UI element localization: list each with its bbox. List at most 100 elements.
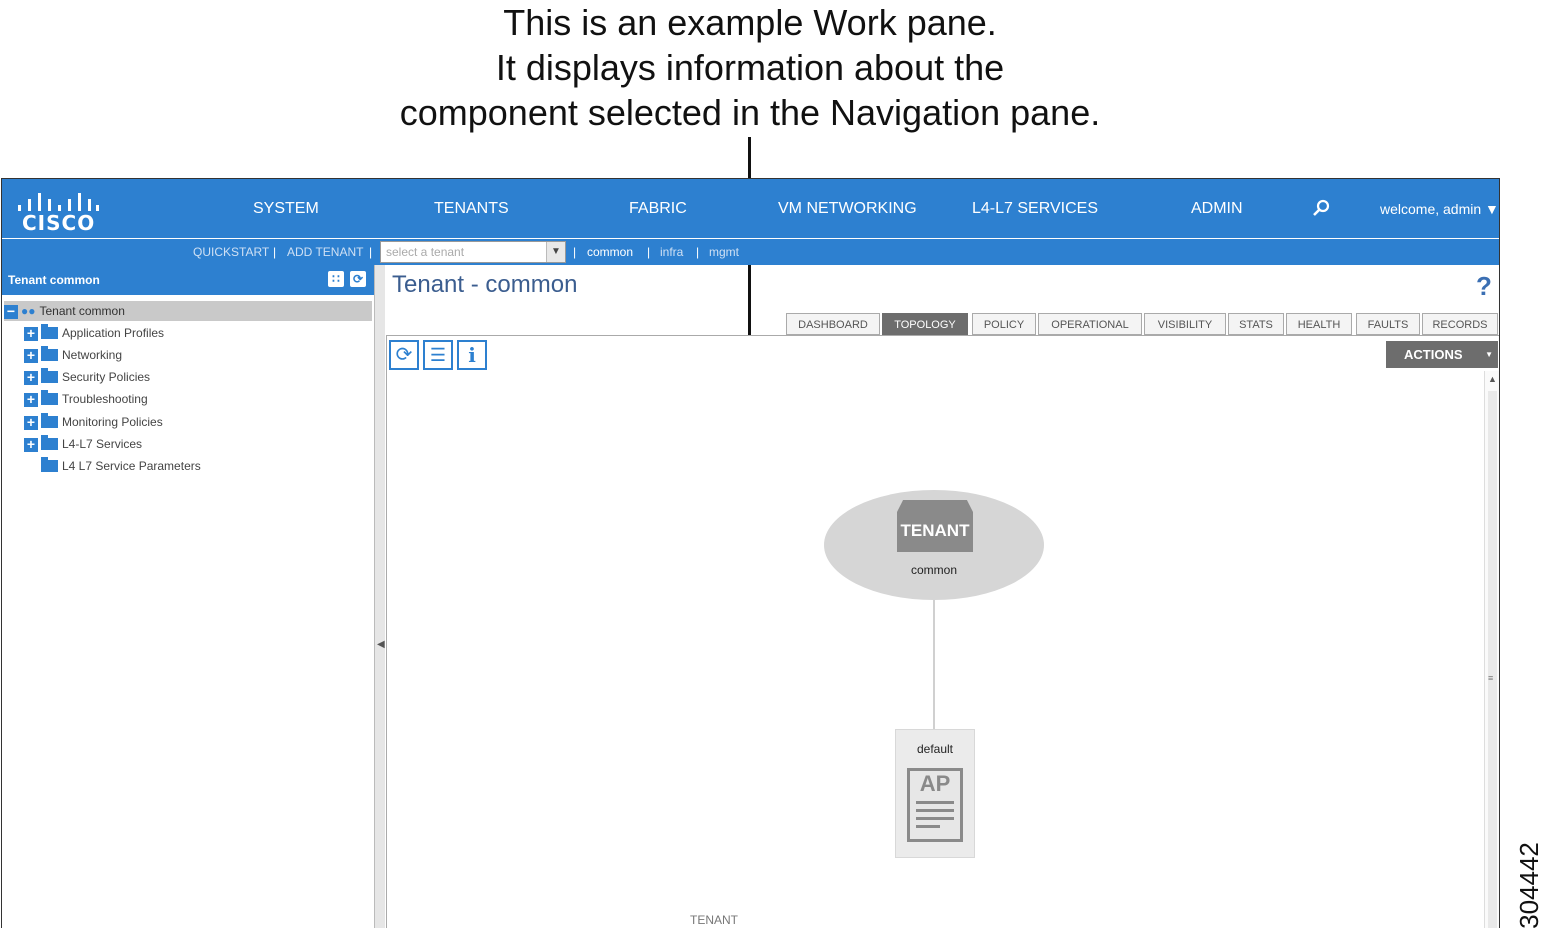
collapse-arrow-icon[interactable]: ◀ — [377, 639, 385, 650]
expand-icon[interactable]: + — [24, 437, 38, 452]
scroll-thumb[interactable] — [1488, 391, 1497, 928]
folder-icon — [41, 434, 58, 450]
tree-item-troubleshooting[interactable]: + Troubleshooting — [24, 389, 148, 409]
folder-icon — [41, 367, 58, 383]
tenant-link-infra[interactable]: infra — [660, 239, 683, 265]
scroll-up-icon[interactable]: ▲ — [1488, 374, 1497, 384]
refresh-icon[interactable]: ⟳ — [389, 340, 419, 370]
expand-icon[interactable]: + — [24, 415, 38, 430]
separator: | — [696, 245, 700, 259]
users-icon: ●● — [21, 304, 36, 318]
tree-item-label: Application Profiles — [62, 326, 165, 340]
top-nav-bar: CISCO SYSTEM TENANTS FABRIC VM NETWORKIN… — [2, 179, 1499, 238]
actions-button[interactable]: ACTIONS ▼ — [1386, 341, 1498, 368]
tenant-box-icon: TENANT — [897, 500, 973, 552]
apic-window: CISCO SYSTEM TENANTS FABRIC VM NETWORKIN… — [1, 178, 1500, 928]
refresh-icon[interactable]: ⟳ — [350, 271, 366, 287]
nav-fabric[interactable]: FABRIC — [629, 179, 687, 238]
tree-item-l4-l7-service-parameters[interactable]: L4 L7 Service Parameters — [41, 456, 201, 476]
nav-l4-l7-services[interactable]: L4-L7 SERVICES — [972, 179, 1098, 238]
topology-tenant-node[interactable]: TENANT common — [824, 490, 1044, 600]
vertical-scrollbar[interactable]: ▲ ≡ — [1484, 371, 1499, 928]
cisco-bars-icon — [16, 191, 99, 211]
expand-icon[interactable]: + — [24, 326, 38, 341]
ap-badge: AP — [919, 771, 951, 796]
tenant-select-placeholder: select a tenant — [386, 245, 465, 259]
folder-icon — [41, 412, 58, 428]
folder-icon — [41, 456, 58, 472]
tenant-node-label: common — [910, 563, 957, 577]
figure-number: 304442 — [1513, 842, 1544, 929]
nav-pane-header: Tenant common ∷ ⟳ — [2, 265, 374, 295]
tab-policy[interactable]: POLICY — [972, 313, 1036, 335]
topology-ap-node[interactable]: default AP — [895, 729, 975, 858]
tab-records[interactable]: RECORDS — [1422, 313, 1498, 335]
work-pane-title: Tenant - common — [392, 271, 578, 298]
tab-faults[interactable]: FAULTS — [1356, 313, 1420, 335]
sub-nav-bar: QUICKSTART | ADD TENANT | select a tenan… — [2, 238, 1499, 265]
tenant-select[interactable]: select a tenant ▼ — [380, 241, 566, 263]
bottom-tenant-label: TENANT — [690, 913, 738, 927]
tree-options-icon[interactable]: ∷ — [328, 271, 344, 287]
tab-operational[interactable]: OPERATIONAL — [1038, 313, 1142, 335]
tree-item-l4-l7-services[interactable]: + L4-L7 Services — [24, 434, 142, 454]
separator: | — [369, 245, 373, 259]
tree-item-label: Security Policies — [62, 370, 151, 384]
tree-item-label: L4 L7 Service Parameters — [62, 459, 201, 473]
tree-item-security-policies[interactable]: + Security Policies — [24, 367, 150, 387]
chevron-down-icon: ▼ — [1485, 350, 1493, 359]
tab-dashboard[interactable]: DASHBOARD — [786, 313, 880, 335]
topology-connector — [933, 600, 935, 729]
tree-item-label: Monitoring Policies — [62, 415, 163, 429]
nav-admin[interactable]: ADMIN — [1191, 179, 1243, 238]
tree-item-application-profiles[interactable]: + Application Profiles — [24, 323, 164, 343]
scroll-grip-icon: ≡ — [1488, 673, 1494, 683]
tenant-badge: TENANT — [897, 512, 973, 552]
help-icon[interactable]: ? — [1476, 271, 1492, 302]
folder-icon — [41, 323, 58, 339]
folder-icon — [41, 345, 58, 361]
navigation-pane: Tenant common ∷ ⟳ − ●● Tenant common + Appl… — [2, 265, 375, 928]
cisco-logo: CISCO — [16, 189, 106, 235]
tree-item-networking[interactable]: + Networking — [24, 345, 122, 365]
logo-text: CISCO — [22, 211, 96, 235]
list-icon[interactable]: ☰ — [423, 340, 453, 370]
quickstart-link[interactable]: QUICKSTART — [193, 239, 269, 265]
nav-tenants[interactable]: TENANTS — [434, 179, 509, 238]
chevron-down-icon[interactable]: ▼ — [546, 242, 565, 262]
tab-health[interactable]: HEALTH — [1286, 313, 1352, 335]
separator: | — [273, 245, 277, 259]
tree-item-monitoring-policies[interactable]: + Monitoring Policies — [24, 412, 163, 432]
nav-vm-networking[interactable]: VM NETWORKING — [778, 179, 917, 238]
tree-item-label: L4-L7 Services — [62, 437, 143, 451]
nav-pane-title: Tenant common — [8, 273, 100, 287]
tab-visibility[interactable]: VISIBILITY — [1144, 313, 1226, 335]
user-menu[interactable]: welcome, admin ▼ — [1380, 179, 1499, 239]
tab-topology[interactable]: TOPOLOGY — [882, 313, 968, 335]
caption-line: It displays information about the — [495, 47, 1005, 88]
tree-item-label: Networking — [62, 348, 123, 362]
expand-icon[interactable]: + — [24, 392, 38, 407]
caption-line: component selected in the Navigation pan… — [399, 92, 1101, 133]
expand-icon[interactable]: + — [24, 370, 38, 385]
tree-root-tenant[interactable]: − ●● Tenant common — [4, 301, 372, 321]
ap-node-label: default — [916, 742, 954, 756]
search-icon[interactable] — [1312, 199, 1330, 217]
tenant-link-mgmt[interactable]: mgmt — [709, 239, 739, 265]
expand-icon[interactable]: + — [24, 348, 38, 363]
nav-system[interactable]: SYSTEM — [253, 179, 319, 238]
add-tenant-link[interactable]: ADD TENANT — [287, 239, 363, 265]
separator: | — [647, 245, 651, 259]
collapse-icon[interactable]: − — [4, 304, 18, 319]
caption-line: This is an example Work pane. — [503, 2, 997, 43]
pane-splitter[interactable]: ◀ — [375, 265, 385, 928]
tenant-link-common[interactable]: common — [587, 239, 633, 265]
tree-item-label: Troubleshooting — [62, 392, 148, 406]
figure-caption: This is an example Work pane. It display… — [0, 0, 1500, 135]
actions-label: ACTIONS — [1404, 347, 1463, 362]
folder-icon — [41, 389, 58, 405]
info-icon[interactable]: i — [457, 340, 487, 370]
tab-stats[interactable]: STATS — [1228, 313, 1284, 335]
application-profile-icon: AP — [907, 768, 963, 842]
tree-root-label: Tenant common — [39, 304, 125, 318]
